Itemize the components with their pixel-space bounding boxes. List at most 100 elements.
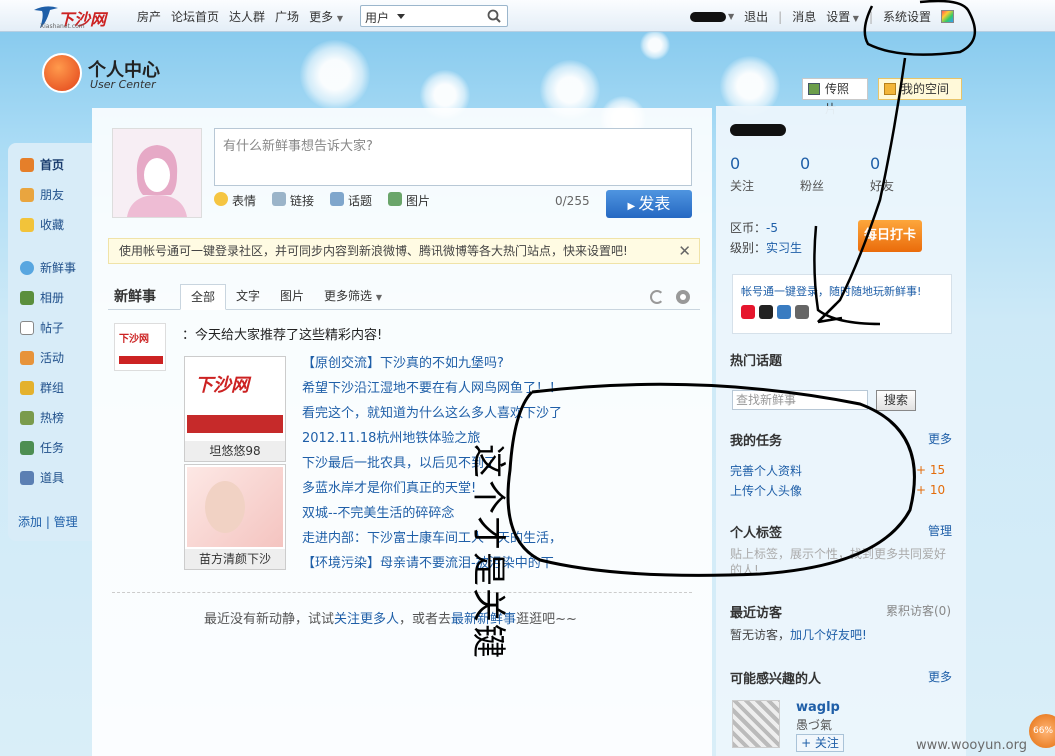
tab-more-filters[interactable]: 更多筛选 ▼ [314,284,392,310]
account-login-text[interactable]: 帐号通一键登录，随时随地玩新鲜事! [741,283,943,299]
my-space-button[interactable]: 我的空间 [878,78,962,100]
feed-thumbnail[interactable]: 苗方清颜下沙 [184,464,286,570]
logout-link[interactable]: 退出 [744,8,768,25]
search-type-select[interactable]: 用户 [365,9,389,26]
leftnav-item-friends[interactable]: 朋友 [20,185,64,205]
redacted-profile-name[interactable] [730,124,786,136]
photo-icon [808,83,820,95]
feed-link[interactable]: 2012.11.18杭州地铁体验之旅 [302,427,562,452]
leftnav-item-groups[interactable]: 群组 [20,378,64,398]
leftnav-item-tasks[interactable]: 任务 [20,438,64,458]
friend-name[interactable]: waglp [796,700,840,715]
feed-link[interactable]: 【环境污染】母亲请不要流泪-被污染中的下 [302,552,562,577]
tab-text[interactable]: 文字 [226,284,270,310]
leftnav-item-tools[interactable]: 道具 [20,468,64,488]
feed-search-button[interactable]: 搜索 [876,390,916,411]
leftnav-label: 新鲜事 [40,261,77,275]
feed-link[interactable]: 多蓝水岸才是你们真正的天堂! [302,477,562,502]
task-item[interactable]: 上传个人头像 [730,482,802,499]
search-input[interactable] [411,8,481,24]
leftnav-item-home[interactable]: 首页 [20,155,64,175]
nav-square[interactable]: 广场 [275,8,299,25]
gear-icon[interactable] [676,290,690,304]
leftnav-item-posts[interactable]: 帖子 [20,318,64,338]
link-tool[interactable]: 链接 [272,192,314,209]
follow-more-link[interactable]: 关注更多人 [334,612,399,627]
tab-images[interactable]: 图片 [270,284,314,310]
top-search: 用户 [360,5,508,27]
emoji-tool[interactable]: 表情 [214,192,256,209]
credit-value[interactable]: -5 [766,221,778,235]
renren-icon[interactable] [795,305,809,319]
group-icon [20,381,34,395]
settings-link[interactable]: 设置 ▼ [826,8,859,25]
top-bar: 下沙网 Xiashanet.com 房产 论坛首页 达人群 广场 更多 ▼ 用户… [0,0,1055,32]
feed-link[interactable]: 看完这个，就知道为什么这么多人喜欢下沙了 [302,402,562,427]
friend-avatar[interactable] [732,700,780,748]
feed-thumbnail[interactable]: 下沙网 坦悠悠98 [184,356,286,462]
chevron-down-icon: ▼ [375,293,383,302]
close-icon[interactable]: ✕ [678,239,691,263]
link-icon [272,192,287,206]
qq-icon[interactable] [759,305,773,319]
task-item[interactable]: 完善个人资料 [730,462,802,479]
system-settings-link[interactable]: 系统设置 [883,8,931,25]
empty-text: ，或者去 [399,612,452,627]
task-points: + 10 [916,483,946,497]
feed-link[interactable]: 【原创交流】下沙真的不如九堡吗? [302,352,562,377]
publish-button[interactable]: ▶ 发表 [606,190,692,218]
leftnav-label: 朋友 [40,188,65,202]
upload-photo-button[interactable]: 传照片 [802,78,868,116]
leftnav-item-favorites[interactable]: 收藏 [20,215,64,235]
refresh-icon[interactable] [650,290,664,304]
site-logo[interactable]: 下沙网 Xiashanet.com [32,4,112,30]
avatar[interactable] [112,128,202,218]
weibo-icon[interactable] [741,305,755,319]
profile-stats: 0 关注 0 粉丝 0 好友 [730,154,940,194]
stat-following[interactable]: 0 关注 [730,154,800,194]
post-textarea[interactable]: 有什么新鲜事想告诉大家? [214,128,692,186]
leftnav-item-feed[interactable]: 新鲜事 [20,258,76,278]
tasks-more-link[interactable]: 更多 [928,430,952,447]
search-icon[interactable] [487,9,501,23]
nav-experts[interactable]: 达人群 [229,8,265,25]
tab-all[interactable]: 全部 [180,284,227,310]
feed-link[interactable]: 希望下沙沿江湿地不要在有人网鸟网鱼了！！ [302,377,562,402]
char-counter: 0/255 [555,194,590,208]
album-icon [20,291,34,305]
level-row: 级别：实习生 [730,238,802,258]
stat-label: 好友 [870,179,895,193]
messages-link[interactable]: 消息 [792,8,816,25]
interest-more-link[interactable]: 更多 [928,668,952,685]
nav-forum-home[interactable]: 论坛首页 [171,8,219,25]
feed-link[interactable]: 下沙最后一批农具，以后见不到了 [302,452,562,477]
leftnav-item-hot[interactable]: 热榜 [20,408,64,428]
stat-value: 0 [800,154,811,173]
leftnav-add-manage[interactable]: 添加 | 管理 [18,513,78,530]
topic-tool[interactable]: 话题 [330,192,372,209]
level-value[interactable]: 实习生 [766,241,802,255]
leftnav-label: 相册 [40,291,65,305]
skin-icon[interactable] [941,10,955,23]
poster-avatar[interactable]: 下沙网 [114,323,166,371]
add-friends-link[interactable]: 加几个好友吧! [790,628,867,642]
feed-link[interactable]: 双城--不完美生活的碎碎念 [302,502,562,527]
follow-button[interactable]: + 关注 [796,734,844,752]
leftnav-item-album[interactable]: 相册 [20,288,64,308]
divider [112,592,692,593]
stat-friends[interactable]: 0 好友 [870,154,940,194]
nav-realestate[interactable]: 房产 [137,8,161,25]
leftnav-item-activity[interactable]: 活动 [20,348,64,368]
home-icon [20,158,34,172]
feed-search-input[interactable]: 查找新鲜事 [732,390,868,410]
tencent-weibo-icon[interactable] [777,305,791,319]
visitors-title: 最近访客 [730,606,783,621]
redacted-username[interactable] [690,11,726,22]
feed-link[interactable]: 走进内部：下沙富士康车间工人一天的生活， [302,527,562,552]
stat-followers[interactable]: 0 粉丝 [800,154,870,194]
daily-checkin-button[interactable]: 每日打卡 [858,220,922,252]
image-tool[interactable]: 图片 [388,192,430,209]
tags-manage-link[interactable]: 管理 [928,522,952,539]
nav-more[interactable]: 更多 ▼ [309,8,343,25]
default-avatar-icon [113,129,201,217]
